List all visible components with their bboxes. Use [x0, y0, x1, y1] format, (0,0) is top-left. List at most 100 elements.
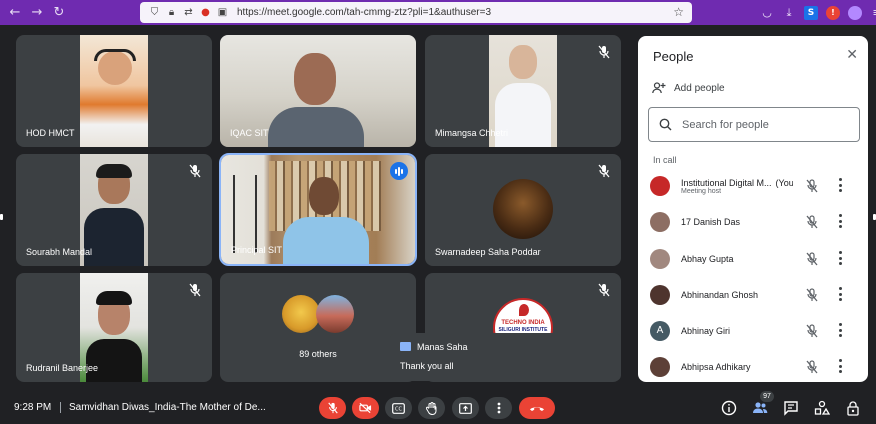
camera-permission-icon[interactable]: ▣: [214, 7, 231, 18]
participant-name: Abhay Gupta: [681, 254, 793, 264]
participant-name-text: Abhinay Giri: [681, 326, 731, 336]
more-vert-icon[interactable]: [838, 287, 842, 301]
left-edge-marker: [0, 214, 3, 220]
extension-s-icon[interactable]: S: [804, 5, 818, 20]
others-count: 89 others: [299, 349, 337, 359]
participant-name-text: Abhipsa Adhikary: [681, 362, 751, 372]
more-vert-icon[interactable]: [838, 359, 842, 373]
add-people-button[interactable]: Add people: [652, 82, 725, 94]
participant-name: Sourabh Mandal: [26, 247, 93, 257]
reload-icon[interactable]: ↻: [48, 0, 70, 25]
participant-name: Institutional Digital M...(You): [681, 178, 793, 188]
participant-name: Abhinay Giri: [681, 326, 793, 336]
participant-avatar: [493, 179, 553, 239]
search-placeholder: Search for people: [682, 118, 769, 131]
participant-list-item[interactable]: Institutional Digital M...(You)Meeting h…: [650, 173, 860, 199]
participant-list-item[interactable]: A Abhinay Giri: [650, 318, 860, 344]
mic-off-icon: [189, 164, 201, 178]
profile-avatar-icon[interactable]: [848, 5, 862, 20]
search-input[interactable]: Search for people: [648, 107, 860, 142]
mic-off-icon[interactable]: [805, 215, 819, 229]
participant-avatar: [282, 295, 320, 333]
menu-icon[interactable]: ≡: [870, 6, 876, 20]
extension-badge-icon[interactable]: !: [826, 5, 840, 20]
participant-name: Principal SIT: [231, 245, 283, 255]
bookmark-star-icon[interactable]: ☆: [673, 5, 684, 19]
lock-icon[interactable]: 🔒︎: [163, 7, 180, 18]
mic-off-icon[interactable]: [805, 179, 819, 193]
close-icon[interactable]: ✕: [846, 47, 858, 63]
avatar: [650, 249, 670, 269]
more-options-button[interactable]: [485, 397, 512, 419]
chat-notification[interactable]: Manas Saha Thank you all: [390, 333, 621, 381]
mic-toggle-button[interactable]: [319, 397, 346, 419]
camera-toggle-button[interactable]: [352, 397, 379, 419]
url-text[interactable]: https://meet.google.com/tah-cmmg-ztz?pli…: [237, 7, 491, 18]
mic-off-icon[interactable]: [805, 288, 819, 302]
more-vert-icon[interactable]: [838, 323, 842, 337]
present-button[interactable]: [452, 397, 479, 419]
participant-name: Mimangsa Chhetri: [435, 128, 509, 138]
participant-name: Abhinandan Ghosh: [681, 290, 793, 300]
participant-list-item[interactable]: Abhipsa Adhikary: [650, 354, 860, 380]
mic-off-icon[interactable]: [805, 252, 819, 266]
participant-tile[interactable]: Principal SIT: [219, 153, 417, 266]
activities-icon[interactable]: [814, 400, 830, 416]
more-vert-icon[interactable]: [838, 178, 842, 192]
participant-tile[interactable]: Mimangsa Chhetri: [425, 35, 621, 147]
chat-message: Thank you all: [400, 361, 454, 371]
chat-message-icon: [400, 342, 411, 351]
avatar: [650, 212, 670, 232]
back-icon[interactable]: ←: [4, 0, 26, 25]
avatar: [650, 357, 670, 377]
microphone-permission-icon[interactable]: ●: [197, 7, 214, 18]
shield-icon[interactable]: ⛉: [146, 7, 163, 18]
clock: 9:28 PM: [14, 402, 52, 413]
call-controls-bar: 9:28 PM Samvidhan Diwas_India-The Mother…: [0, 390, 876, 424]
participant-tile[interactable]: Swarnadeep Saha Poddar: [425, 154, 621, 266]
leave-call-button[interactable]: [519, 397, 555, 419]
browser-toolbar: ← → ↻ ⛉ 🔒︎ ⇄ ● ▣ https://meet.google.com…: [0, 0, 876, 25]
participant-role: Meeting host: [681, 187, 722, 195]
participant-name: Abhipsa Adhikary: [681, 362, 793, 372]
participant-list-item[interactable]: Abhinandan Ghosh: [650, 282, 860, 308]
more-vert-icon[interactable]: [838, 214, 842, 228]
meeting-details-icon[interactable]: [721, 400, 737, 416]
address-bar[interactable]: ⛉ 🔒︎ ⇄ ● ▣ https://meet.google.com/tah-c…: [140, 2, 692, 23]
mic-off-icon[interactable]: [805, 360, 819, 374]
participant-tile[interactable]: Rudranil Banerjee: [16, 273, 212, 382]
mic-off-icon[interactable]: [805, 324, 819, 338]
participant-tile[interactable]: Sourabh Mandal: [16, 154, 212, 266]
avatar: [650, 176, 670, 196]
svg-text:CC: CC: [395, 406, 402, 412]
pocket-icon[interactable]: ◡: [760, 6, 774, 20]
more-vert-icon[interactable]: [838, 251, 842, 265]
more-vert-icon: [497, 402, 500, 414]
camera-off-icon: [359, 402, 372, 414]
meeting-title[interactable]: Samvidhan Diwas_India-The Mother of De..…: [69, 402, 266, 413]
downloads-icon[interactable]: ⤓: [782, 6, 796, 20]
participant-tile[interactable]: IQAC SIT: [220, 35, 416, 147]
raise-hand-button[interactable]: [418, 397, 445, 419]
chat-sender: Manas Saha: [417, 342, 468, 352]
participant-avatar: [316, 295, 354, 333]
participant-list-item[interactable]: 17 Danish Das: [650, 209, 860, 235]
participant-name: Swarnadeep Saha Poddar: [435, 247, 541, 257]
participant-tile[interactable]: HOD HMCT: [16, 35, 212, 147]
hand-icon: [425, 401, 436, 415]
participant-list-item[interactable]: Abhay Gupta: [650, 246, 860, 272]
chat-icon[interactable]: [783, 400, 799, 416]
host-controls-icon[interactable]: [845, 400, 861, 416]
others-tile[interactable]: 89 others: [220, 273, 416, 382]
mic-off-icon: [327, 402, 338, 414]
add-person-icon: [652, 82, 666, 94]
people-panel: People ✕ Add people Search for people In…: [638, 36, 868, 382]
you-tag: (You): [775, 177, 793, 188]
forward-icon[interactable]: →: [26, 0, 48, 25]
people-icon[interactable]: [752, 400, 768, 416]
speaking-indicator-icon: [390, 162, 408, 180]
permissions-icon[interactable]: ⇄: [180, 7, 197, 18]
captions-button[interactable]: CC: [385, 397, 412, 419]
participant-name-text: Institutional Digital M...: [681, 177, 772, 188]
divider: [60, 402, 61, 413]
